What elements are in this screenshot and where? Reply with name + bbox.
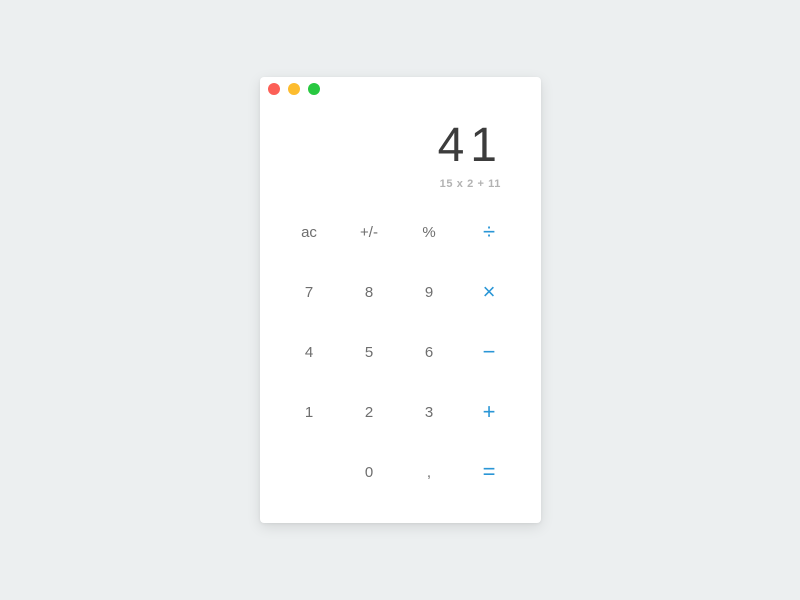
close-icon[interactable]	[268, 83, 280, 95]
calculator-window: 41 15 x 2 + 11 ac +/- % ÷ 7 8 9 × 4 5 6 …	[260, 77, 541, 523]
digit-0-button[interactable]: 0	[339, 442, 399, 502]
plus-button[interactable]: +	[459, 382, 519, 442]
keypad: ac +/- % ÷ 7 8 9 × 4 5 6 − 1 2 3 + 0 , =	[279, 202, 520, 502]
minimize-icon[interactable]	[288, 83, 300, 95]
digit-9-button[interactable]: 9	[399, 262, 459, 322]
digit-5-button[interactable]: 5	[339, 322, 399, 382]
digit-1-button[interactable]: 1	[279, 382, 339, 442]
digit-4-button[interactable]: 4	[279, 322, 339, 382]
divide-button[interactable]: ÷	[459, 202, 519, 262]
expression-display: 15 x 2 + 11	[439, 178, 501, 190]
digit-8-button[interactable]: 8	[339, 262, 399, 322]
result-display: 41	[437, 119, 503, 172]
percent-button[interactable]: %	[399, 202, 459, 262]
empty-key-slot	[279, 442, 339, 502]
minus-button[interactable]: −	[459, 322, 519, 382]
multiply-button[interactable]: ×	[459, 262, 519, 322]
ac-button[interactable]: ac	[279, 202, 339, 262]
sign-toggle-button[interactable]: +/-	[339, 202, 399, 262]
digit-2-button[interactable]: 2	[339, 382, 399, 442]
maximize-icon[interactable]	[308, 83, 320, 95]
window-controls	[268, 83, 320, 95]
comma-button[interactable]: ,	[399, 442, 459, 502]
equals-button[interactable]: =	[459, 442, 519, 502]
digit-6-button[interactable]: 6	[399, 322, 459, 382]
digit-7-button[interactable]: 7	[279, 262, 339, 322]
digit-3-button[interactable]: 3	[399, 382, 459, 442]
